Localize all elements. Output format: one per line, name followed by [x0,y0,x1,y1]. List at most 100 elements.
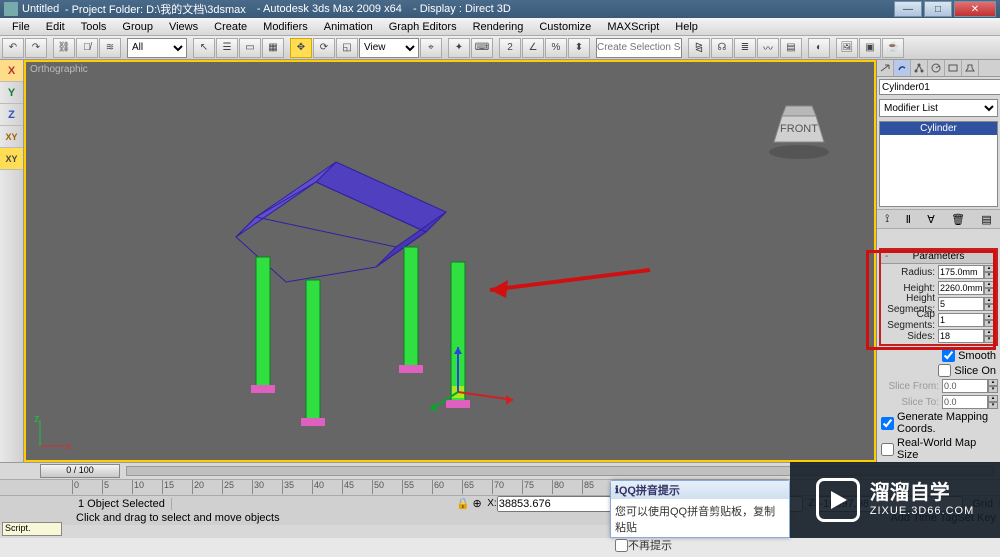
schematic-button[interactable]: ▤ [780,38,802,58]
qq-dontshow-checkbox[interactable] [615,539,628,552]
menu-create[interactable]: Create [206,21,255,33]
time-tick: 45 [342,480,354,494]
select-button[interactable]: ↖ [193,38,215,58]
curve-editor-button[interactable]: 〰 [757,38,779,58]
main-toolbar: ↶ ↷ ⛓ ⛓̸ ≋ All ↖ ☰ ▭ ▦ ✥ ⟳ ◱ View ⌖ ✦ ⌨ … [0,36,1000,60]
configure-sets-icon[interactable]: ▤ [981,213,991,226]
selection-filter-combo[interactable]: All [127,38,187,58]
tab-create[interactable] [877,60,894,76]
menu-modifiers[interactable]: Modifiers [255,21,316,33]
time-tick: 40 [312,480,324,494]
heightseg-input[interactable] [938,297,984,311]
close-button[interactable]: ✕ [954,1,996,17]
render-setup-button[interactable]: 🖼 [836,38,858,58]
snap-2d-button[interactable]: 2 [499,38,521,58]
menu-rendering[interactable]: Rendering [465,21,532,33]
minimize-button[interactable]: — [894,1,922,17]
select-rect-button[interactable]: ▭ [239,38,261,58]
script-listener[interactable]: Script. [2,522,62,536]
select-by-name-button[interactable]: ☰ [216,38,238,58]
bind-spacewarp-button[interactable]: ≋ [99,38,121,58]
axis-xy-button[interactable]: XY [0,126,23,148]
redo-button[interactable]: ↷ [25,38,47,58]
tab-display[interactable] [945,60,962,76]
modifier-list-combo[interactable]: Modifier List [879,99,998,116]
menu-views[interactable]: Views [161,21,206,33]
scale-button[interactable]: ◱ [336,38,358,58]
rendered-frame-button[interactable]: ▣ [859,38,881,58]
slice-on-checkbox[interactable] [938,364,951,377]
title-project: - Project Folder: D:\我的文档\3dsmax [65,1,246,17]
height-spinner[interactable]: ▴▾ [984,281,994,295]
tab-utilities[interactable] [962,60,979,76]
time-slider-thumb[interactable]: 0 / 100 [40,464,120,478]
object-name-input[interactable] [879,79,1000,95]
menu-customize[interactable]: Customize [531,21,599,33]
maximize-button[interactable]: □ [924,1,952,17]
tab-motion[interactable] [928,60,945,76]
menu-grapheditors[interactable]: Graph Editors [381,21,465,33]
sides-input[interactable] [938,329,984,343]
radius-spinner[interactable]: ▴▾ [984,265,994,279]
remove-modifier-icon[interactable]: 🗑 [951,213,965,226]
pivot-button[interactable]: ⌖ [420,38,442,58]
spinner-snap-button[interactable]: ⬍ [568,38,590,58]
axis-xy2-button[interactable]: XY [0,148,23,170]
menu-file[interactable]: File [4,21,38,33]
menu-help[interactable]: Help [667,21,706,33]
show-end-result-icon[interactable]: Ⅱ [906,213,911,226]
radius-input[interactable] [938,265,984,279]
svg-text:x: x [66,441,72,453]
axis-x-button[interactable]: X [0,60,23,82]
manipulate-button[interactable]: ✦ [448,38,470,58]
svg-text:FRONT: FRONT [780,123,818,135]
rotate-button[interactable]: ⟳ [313,38,335,58]
unlink-button[interactable]: ⛓̸ [76,38,98,58]
sides-spinner[interactable]: ▴▾ [984,329,994,343]
lock-icon[interactable]: 🔒 [456,497,470,510]
time-tick: 80 [552,480,564,494]
scene-geometry [226,152,546,442]
menu-group[interactable]: Group [114,21,161,33]
realworld-checkbox[interactable] [881,443,894,456]
smooth-checkbox[interactable] [942,349,955,362]
tab-modify[interactable] [894,60,911,76]
watermark-text-en: ZIXUE.3D66.COM [870,505,974,518]
ref-coord-combo[interactable]: View [359,38,419,58]
undo-button[interactable]: ↶ [2,38,24,58]
tab-hierarchy[interactable] [911,60,928,76]
named-sel-set-input[interactable] [596,38,682,58]
height-input[interactable] [938,281,984,295]
axis-y-button[interactable]: Y [0,82,23,104]
menu-maxscript[interactable]: MAXScript [599,21,667,33]
capseg-input[interactable] [938,313,984,327]
stack-item-cylinder[interactable]: Cylinder [880,122,997,135]
layers-button[interactable]: ≣ [734,38,756,58]
keyboard-shortcut-button[interactable]: ⌨ [471,38,493,58]
rollout-header[interactable]: Parameters [881,250,996,264]
menu-edit[interactable]: Edit [38,21,73,33]
window-crossing-button[interactable]: ▦ [262,38,284,58]
abs-rel-icon[interactable]: ⊕ [472,497,481,510]
heightseg-spinner[interactable]: ▴▾ [984,297,994,311]
snap-angle-button[interactable]: ∠ [522,38,544,58]
viewport[interactable]: Orthographic FRONT [24,60,876,462]
move-button[interactable]: ✥ [290,38,312,58]
viewcube[interactable]: FRONT [764,102,834,162]
modifier-stack[interactable]: Cylinder [879,121,998,208]
quick-render-button[interactable]: ☕ [882,38,904,58]
material-editor-button[interactable]: ◐ [808,38,830,58]
mirror-button[interactable]: ⧎ [688,38,710,58]
snap-percent-button[interactable]: % [545,38,567,58]
menu-animation[interactable]: Animation [316,21,381,33]
title-doc: Untitled [22,3,59,15]
genmap-checkbox[interactable] [881,417,894,430]
pin-stack-icon[interactable]: ⟟ [885,213,889,226]
axis-z-button[interactable]: Z [0,104,23,126]
menu-tools[interactable]: Tools [73,21,115,33]
capseg-spinner[interactable]: ▴▾ [984,313,994,327]
align-button[interactable]: ☊ [711,38,733,58]
make-unique-icon[interactable]: ∀ [927,213,935,226]
link-button[interactable]: ⛓ [53,38,75,58]
time-tick: 20 [192,480,204,494]
